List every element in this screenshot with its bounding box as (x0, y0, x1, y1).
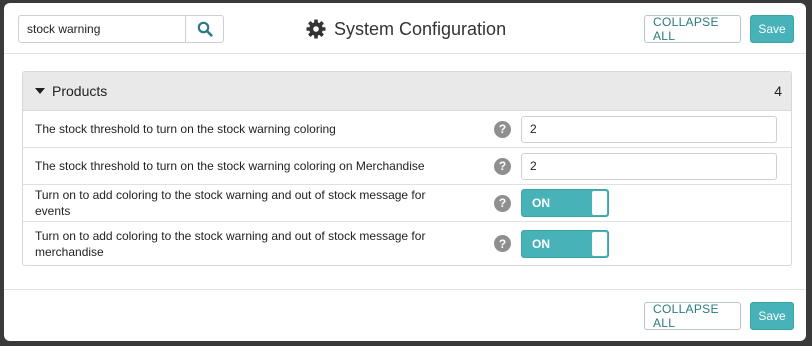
setting-row: Turn on to add coloring to the stock war… (23, 185, 791, 222)
setting-label: The stock threshold to turn on the stock… (35, 159, 425, 173)
stock-threshold-input[interactable] (521, 115, 777, 143)
section-title: Products (52, 83, 108, 99)
toggle-state: ON (532, 236, 550, 251)
gear-icon (306, 19, 326, 39)
setting-label: The stock threshold to turn on the stock… (35, 122, 336, 136)
save-button[interactable]: Save (750, 15, 794, 43)
setting-label: Turn on to add coloring to the stock war… (35, 188, 426, 218)
page-title-text: System Configuration (334, 18, 507, 39)
setting-row: The stock threshold to turn on the stock… (23, 111, 791, 148)
section-count: 4 (774, 83, 782, 99)
save-button-footer[interactable]: Save (750, 302, 794, 330)
products-section: Products 4 The stock threshold to turn o… (22, 71, 792, 266)
setting-label: Turn on to add coloring to the stock war… (35, 228, 426, 259)
help-icon[interactable]: ? (494, 157, 511, 175)
collapse-all-button[interactable]: COLLAPSE ALL (644, 15, 741, 43)
toggle-knob (592, 231, 607, 256)
help-icon[interactable]: ? (494, 120, 511, 138)
toggle-knob (592, 191, 607, 215)
footer-divider (4, 289, 806, 290)
config-window: System Configuration COLLAPSE ALL Save P… (4, 3, 806, 341)
search-icon (197, 21, 213, 37)
collapse-all-button-footer[interactable]: COLLAPSE ALL (644, 302, 741, 330)
section-header[interactable]: Products 4 (23, 72, 791, 111)
events-coloring-toggle[interactable]: ON (521, 189, 609, 217)
page-title: System Configuration (306, 16, 506, 42)
search-box (18, 15, 224, 43)
help-icon[interactable]: ? (494, 235, 511, 252)
caret-down-icon (35, 88, 45, 94)
merchandise-coloring-toggle[interactable]: ON (521, 229, 609, 258)
header-bar: System Configuration COLLAPSE ALL Save (4, 3, 806, 54)
setting-row: Turn on to add coloring to the stock war… (23, 222, 791, 265)
search-button[interactable] (185, 15, 224, 43)
toggle-state: ON (532, 196, 550, 210)
merchandise-threshold-input[interactable] (521, 152, 777, 180)
help-icon[interactable]: ? (494, 194, 511, 212)
setting-row: The stock threshold to turn on the stock… (23, 148, 791, 185)
search-input[interactable] (18, 15, 185, 43)
